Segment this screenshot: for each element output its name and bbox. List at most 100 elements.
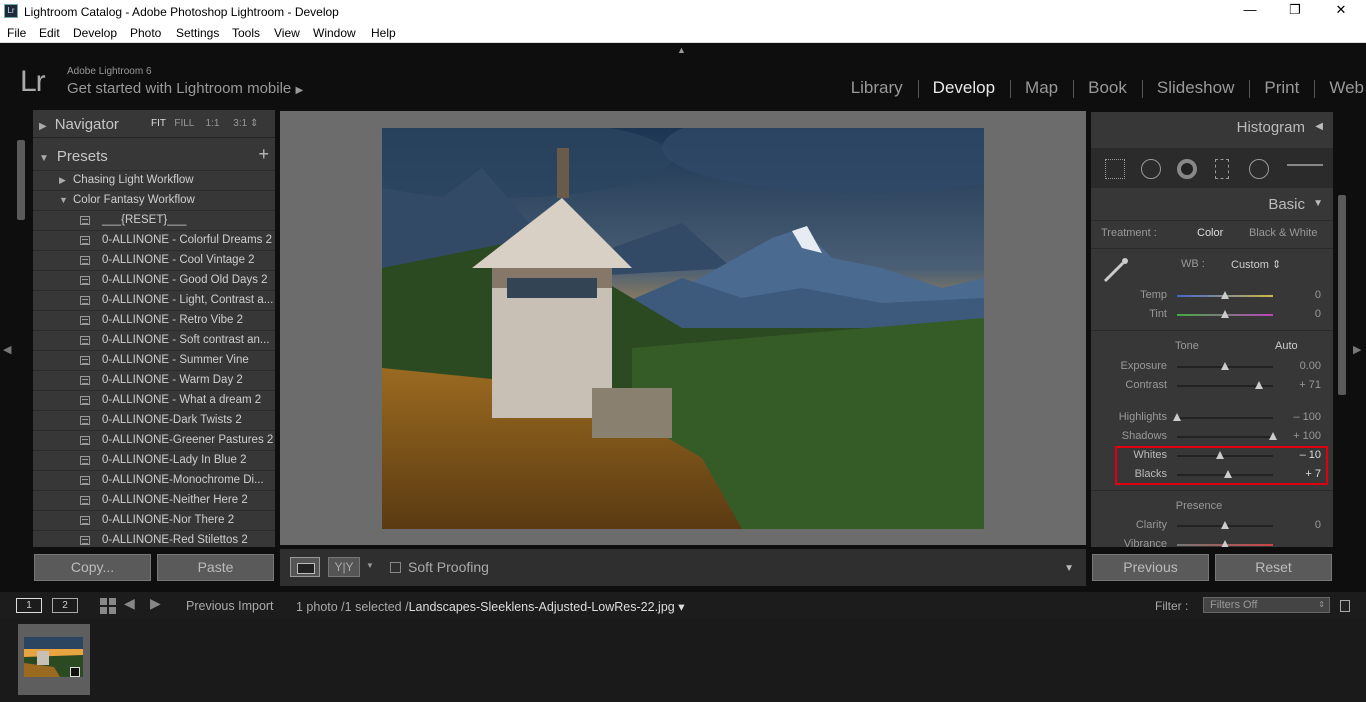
- treatment-color[interactable]: Color: [1197, 227, 1223, 239]
- module-print[interactable]: Print: [1249, 78, 1314, 98]
- reset-button[interactable]: Reset: [1215, 554, 1332, 581]
- preset-item[interactable]: 0-ALLINONE-Red Stilettos 2: [33, 530, 275, 547]
- close-button[interactable]: ✕: [1318, 2, 1364, 18]
- zoom-fill[interactable]: FILL: [174, 118, 194, 129]
- exposure-track[interactable]: [1177, 362, 1273, 370]
- navigator-header[interactable]: ▶ Navigator FIT FILL 1:1 3:1 ⇕: [33, 110, 275, 138]
- preset-item[interactable]: 0-ALLINONE - What a dream 2: [33, 390, 275, 410]
- temp-thumb[interactable]: [1221, 291, 1229, 299]
- right-panel-toggle-icon[interactable]: ▶: [1353, 343, 1361, 356]
- grid-view-icon[interactable]: [100, 598, 116, 614]
- shadows-value[interactable]: + 100: [1271, 430, 1321, 442]
- menu-settings[interactable]: Settings: [176, 26, 219, 40]
- mobile-promo[interactable]: Get started with Lightroom mobile ▶: [67, 80, 303, 97]
- preset-item[interactable]: 0-ALLINONE - Colorful Dreams 2: [33, 230, 275, 250]
- filter-select[interactable]: Filters Off ⇕: [1203, 597, 1330, 613]
- clarity-value[interactable]: 0: [1271, 519, 1321, 531]
- module-book[interactable]: Book: [1073, 78, 1142, 98]
- preset-folder[interactable]: ▶ Chasing Light Workflow: [33, 170, 275, 190]
- highlights-thumb[interactable]: [1173, 413, 1181, 421]
- preset-item[interactable]: 0-ALLINONE-Greener Pastures 2: [33, 430, 275, 450]
- preset-item[interactable]: 0-ALLINONE - Summer Vine: [33, 350, 275, 370]
- crop-tool-icon[interactable]: [1105, 159, 1125, 179]
- clarity-track[interactable]: [1177, 521, 1273, 529]
- menu-tools[interactable]: Tools: [232, 26, 260, 40]
- zoom-fit[interactable]: FIT: [151, 118, 166, 129]
- add-preset-icon[interactable]: +: [258, 144, 269, 165]
- filename-dropdown[interactable]: Landscapes-Sleeklens-Adjusted-LowRes-22.…: [409, 600, 685, 614]
- contrast-thumb[interactable]: [1255, 381, 1264, 389]
- clarity-thumb[interactable]: [1221, 521, 1229, 529]
- lock-icon[interactable]: [1340, 600, 1350, 612]
- module-develop[interactable]: Develop: [917, 78, 1010, 98]
- zoom-stepper-icon[interactable]: ⇕: [250, 118, 258, 129]
- copy-button[interactable]: Copy...: [34, 554, 151, 581]
- preset-item[interactable]: 0-ALLINONE - Good Old Days 2: [33, 270, 275, 290]
- zoom-3-1[interactable]: 3:1: [233, 118, 247, 129]
- tint-thumb[interactable]: [1221, 310, 1229, 318]
- tint-track[interactable]: [1177, 310, 1273, 318]
- wb-select[interactable]: Custom ⇕: [1231, 258, 1281, 271]
- histogram-header[interactable]: Histogram ◀: [1091, 112, 1333, 142]
- paste-button[interactable]: Paste: [157, 554, 274, 581]
- menu-help[interactable]: Help: [371, 26, 396, 40]
- shadows-track[interactable]: [1177, 432, 1277, 440]
- treatment-bw[interactable]: Black & White: [1249, 227, 1317, 239]
- basic-header[interactable]: Basic ▼: [1091, 192, 1333, 220]
- presets-header[interactable]: ▼ Presets +: [33, 142, 275, 170]
- spot-removal-icon[interactable]: [1141, 159, 1161, 179]
- right-panel-scrollbar[interactable]: [1338, 195, 1346, 395]
- before-after-button[interactable]: Y|Y: [328, 557, 360, 577]
- left-panel-scrollbar[interactable]: [17, 140, 25, 220]
- preset-item[interactable]: 0-ALLINONE-Monochrome Di...: [33, 470, 275, 490]
- preset-item[interactable]: ___{RESET}___: [33, 210, 275, 230]
- forward-arrow-icon[interactable]: ▶: [150, 595, 161, 612]
- temp-value[interactable]: 0: [1271, 289, 1321, 301]
- preset-item[interactable]: 0-ALLINONE-Neither Here 2: [33, 490, 275, 510]
- previous-button[interactable]: Previous: [1092, 554, 1209, 581]
- menu-view[interactable]: View: [274, 26, 300, 40]
- module-slideshow[interactable]: Slideshow: [1141, 78, 1250, 98]
- preset-item[interactable]: 0-ALLINONE - Retro Vibe 2: [33, 310, 275, 330]
- highlights-track[interactable]: [1173, 413, 1273, 421]
- exposure-value[interactable]: 0.00: [1271, 360, 1321, 372]
- vibrance-track[interactable]: [1177, 540, 1273, 547]
- radial-filter-icon[interactable]: [1249, 159, 1269, 179]
- menu-develop[interactable]: Develop: [73, 26, 117, 40]
- adjustment-brush-icon[interactable]: [1287, 164, 1323, 174]
- source-label[interactable]: Previous Import: [186, 599, 274, 613]
- module-web[interactable]: Web: [1314, 78, 1366, 98]
- menu-window[interactable]: Window: [313, 26, 356, 40]
- temp-track[interactable]: [1177, 291, 1273, 299]
- filmstrip-thumbnail[interactable]: [18, 624, 90, 695]
- restore-button[interactable]: ❐: [1272, 2, 1318, 18]
- preset-item[interactable]: 0-ALLINONE-Dark Twists 2: [33, 410, 275, 430]
- module-map[interactable]: Map: [1010, 78, 1073, 98]
- back-arrow-icon[interactable]: ◀: [124, 595, 135, 612]
- wb-eyedropper-icon[interactable]: [1101, 255, 1131, 285]
- zoom-1-1[interactable]: 1:1: [205, 118, 219, 129]
- loupe-view-button[interactable]: [290, 557, 320, 577]
- preset-item[interactable]: 0-ALLINONE - Cool Vintage 2: [33, 250, 275, 270]
- toolbar-menu-icon[interactable]: ▼: [1064, 563, 1074, 574]
- vibrance-thumb[interactable]: [1221, 540, 1229, 547]
- graduated-filter-icon[interactable]: [1215, 159, 1229, 179]
- preset-item[interactable]: 0-ALLINONE - Warm Day 2: [33, 370, 275, 390]
- menu-file[interactable]: File: [7, 26, 26, 40]
- preset-folder[interactable]: ▼ Color Fantasy Workflow: [33, 190, 275, 210]
- preset-item[interactable]: 0-ALLINONE-Lady In Blue 2: [33, 450, 275, 470]
- red-eye-icon[interactable]: [1177, 159, 1197, 179]
- menu-photo[interactable]: Photo: [130, 26, 161, 40]
- highlights-value[interactable]: – 100: [1271, 411, 1321, 423]
- secondary-window-button[interactable]: 2: [52, 598, 78, 613]
- soft-proofing-checkbox[interactable]: [390, 562, 401, 573]
- left-panel-toggle-icon[interactable]: ◀: [3, 343, 11, 356]
- main-window-button[interactable]: 1: [16, 598, 42, 613]
- preset-item[interactable]: 0-ALLINONE-Nor There 2: [33, 510, 275, 530]
- tint-value[interactable]: 0: [1271, 308, 1321, 320]
- menu-edit[interactable]: Edit: [39, 26, 60, 40]
- top-panel-toggle-icon[interactable]: ▲: [677, 45, 686, 55]
- minimize-button[interactable]: —: [1227, 2, 1273, 17]
- contrast-track[interactable]: [1177, 381, 1273, 389]
- photo-preview[interactable]: [382, 128, 984, 529]
